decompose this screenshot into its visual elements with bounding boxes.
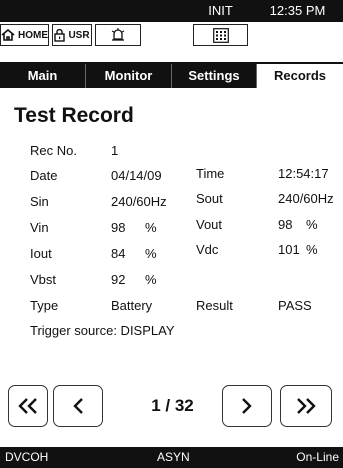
vout-unit: % xyxy=(306,217,318,232)
vdc-value: 101 xyxy=(278,242,300,257)
type-label: Type xyxy=(30,298,59,313)
rec-no-value: 1 xyxy=(111,143,119,158)
usr-button[interactable]: USR xyxy=(52,24,92,46)
home-icon xyxy=(1,29,15,41)
time-value: 12:54:17 xyxy=(278,166,329,181)
tab-records[interactable]: Records xyxy=(257,64,343,88)
tab-settings[interactable]: Settings xyxy=(172,64,257,88)
chevron-left-icon xyxy=(71,397,85,415)
last-page-button[interactable] xyxy=(280,385,332,427)
iout-unit: % xyxy=(145,246,157,261)
vbst-value: 92 xyxy=(111,272,126,287)
time-label: Time xyxy=(196,166,225,181)
vbst-label: Vbst xyxy=(30,272,57,287)
vin-unit: % xyxy=(145,220,157,235)
vout-value: 98 xyxy=(278,217,293,232)
keypad-icon xyxy=(212,27,229,43)
date-value: 04/14/09 xyxy=(111,168,162,183)
result-label: Result xyxy=(196,298,233,313)
double-chevron-left-icon xyxy=(17,397,39,415)
prev-page-button[interactable] xyxy=(53,385,103,427)
type-value: Battery xyxy=(111,298,153,313)
status-time: 12:35 PM xyxy=(269,3,326,18)
sin-label: Sin xyxy=(30,194,49,209)
alarm-button[interactable] xyxy=(95,24,141,46)
footer-status-bar: DVCOH ASYN On-Line xyxy=(0,447,343,468)
home-button[interactable]: HOME xyxy=(0,24,49,46)
home-label: HOME xyxy=(18,29,48,41)
footer-center-status: ASYN xyxy=(157,450,190,464)
first-page-button[interactable] xyxy=(8,385,48,427)
chevron-right-icon xyxy=(240,397,254,415)
top-bar: INIT 12:35 PM HOME USR xyxy=(0,0,343,46)
date-label: Date xyxy=(30,168,58,183)
vdc-unit: % xyxy=(306,242,318,257)
vin-label: Vin xyxy=(30,220,49,235)
footer-left-status: DVCOH xyxy=(5,450,49,464)
sin-value: 240/60Hz xyxy=(111,194,167,209)
next-page-button[interactable] xyxy=(222,385,272,427)
alarm-icon xyxy=(110,28,126,42)
iout-label: Iout xyxy=(30,246,52,261)
page-title: Test Record xyxy=(14,104,134,127)
page-indicator: 1 / 32 xyxy=(151,396,194,415)
lock-icon xyxy=(54,28,66,42)
keypad-button[interactable] xyxy=(193,24,248,46)
sout-label: Sout xyxy=(196,191,223,206)
result-value: PASS xyxy=(278,298,312,313)
tab-main[interactable]: Main xyxy=(0,64,86,88)
rec-no-label: Rec No. xyxy=(30,143,77,158)
vout-label: Vout xyxy=(196,217,223,232)
vin-value: 98 xyxy=(111,220,126,235)
status-mode: INIT xyxy=(208,3,233,18)
vbst-unit: % xyxy=(145,272,157,287)
trigger-source: Trigger source: DISPLAY xyxy=(30,323,175,338)
usr-label: USR xyxy=(68,29,90,41)
vdc-label: Vdc xyxy=(196,242,219,257)
tab-monitor[interactable]: Monitor xyxy=(86,64,172,88)
double-chevron-right-icon xyxy=(295,397,317,415)
sout-value: 240/60Hz xyxy=(278,191,334,206)
iout-value: 84 xyxy=(111,246,126,261)
footer-right-status: On-Line xyxy=(296,450,339,464)
